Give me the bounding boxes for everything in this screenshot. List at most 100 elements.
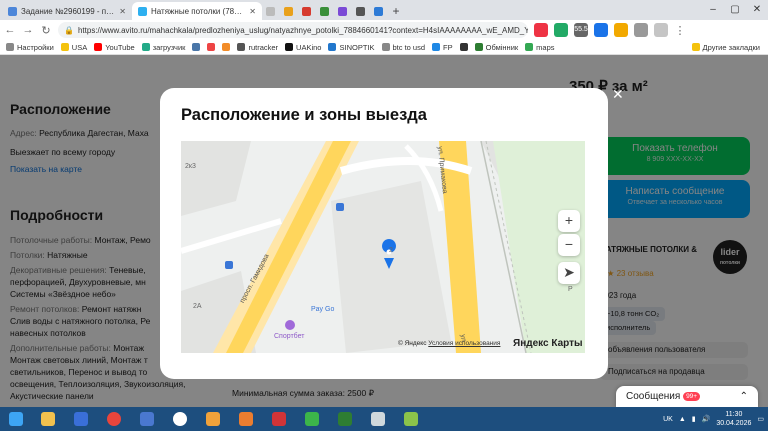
taskbar-app[interactable] [33,409,63,429]
taskbar-app[interactable] [363,409,393,429]
extension-ltc-icon[interactable]: 55.5 [574,23,588,37]
messages-badge: 99+ [683,391,701,401]
tab-favicon-icon [8,6,17,16]
bookmark-rutracker[interactable]: rutracker [237,43,278,52]
tab-small[interactable] [316,2,334,20]
bookmark-uakino[interactable]: UAKino [285,43,321,52]
forward-icon[interactable]: → [22,24,34,36]
reload-icon[interactable]: ↻ [40,24,52,37]
tab-small[interactable] [334,2,352,20]
volume-icon[interactable]: 🔊 [702,415,711,423]
taskbar-app[interactable] [264,409,294,429]
chrome-icon [107,412,121,426]
bookmark-exchanger[interactable]: Обмінник [474,43,518,52]
zoom-out-button[interactable]: − [558,234,580,256]
extension-icon[interactable] [554,23,568,37]
chevron-up-icon[interactable]: ⌃ [740,391,748,402]
back-icon[interactable]: ← [4,24,16,36]
aida64-icon [272,412,286,426]
map-side-label: Р [568,286,573,293]
taskbar-app[interactable] [132,409,162,429]
bookmark-other[interactable]: Другие закладки [691,43,760,52]
app-icon [140,412,154,426]
locate-me-button[interactable]: ➤ [558,262,580,284]
tab-small[interactable] [370,2,388,20]
yandex-map[interactable]: просп. Гамидова ул. Примакова Pay Go Спо… [181,141,585,353]
fp-icon [432,43,441,51]
bookmark-icon[interactable] [222,43,231,51]
tab-small[interactable] [352,2,370,20]
maximize-icon[interactable]: ▢ [724,0,746,20]
bookmark-vk[interactable] [192,43,201,51]
house-number: 2 [389,247,393,254]
player-icon [239,412,253,426]
modal-close-button[interactable]: ✕ [612,86,624,103]
new-tab-button[interactable]: + [388,2,404,20]
bookmark-usa[interactable]: USA [60,43,87,52]
taskbar-app[interactable] [396,409,426,429]
extension-icon[interactable] [614,23,628,37]
bookmark-btc[interactable]: btc to usd [381,43,425,52]
start-button[interactable] [2,409,30,429]
modal-title: Расположение и зоны выезда [181,106,427,124]
app-icon [338,412,352,426]
terms-link[interactable]: Условия использования [428,340,500,347]
bookmark-settings[interactable]: Настройки [6,43,54,52]
lock-icon[interactable]: 🔒 [64,26,74,35]
tab-small[interactable] [280,2,298,20]
taskbar-app[interactable] [165,409,195,429]
tab-small[interactable] [262,2,280,20]
tab-favicon-icon [138,6,147,16]
extension-icon[interactable] [594,23,608,37]
bookmark-maps[interactable]: maps [525,43,555,52]
language-indicator[interactable]: UK [663,416,673,423]
menu-kebab-icon[interactable]: ⋮ [674,24,686,37]
taskbar-app[interactable] [99,409,129,429]
clock[interactable]: 11:30 30.04.2026 [716,410,751,428]
system-tray: UK ▲ ▮ 🔊 11:30 30.04.2026 ▭ [663,407,764,431]
bookmark-loader[interactable]: загрузчик [141,43,185,52]
location-modal: Расположение и зоны выезда просп. Гамидо… [160,88,608,379]
exchange-icon [474,43,483,51]
yandex-maps-logo[interactable]: Яндекс Карты [513,338,583,349]
notifications-icon[interactable]: ▭ [757,415,764,423]
taskbar-app[interactable] [231,409,261,429]
youtube-icon [94,43,103,51]
network-icon[interactable]: ▮ [692,415,696,423]
bookmark-sinoptik[interactable]: SINOPTIK [328,43,375,52]
zoom-in-button[interactable]: + [558,210,580,232]
extensions-puzzle-icon[interactable] [634,23,648,37]
tab-close-icon[interactable]: ✕ [249,7,256,16]
tab-task[interactable]: Задание №2960199 - просмотр з ✕ [2,2,132,20]
rutracker-icon [237,43,246,51]
profile-avatar[interactable] [654,23,668,37]
bookmark-icon[interactable] [459,43,468,51]
maps-icon [525,43,534,51]
taskbar-app[interactable] [66,409,96,429]
tab-avito[interactable]: Натяжные потолки (7884660141) ✕ [132,2,262,20]
app-icon [371,412,385,426]
messages-widget[interactable]: Сообщения 99+ ⌃ [616,386,758,408]
extension-icon[interactable] [534,23,548,37]
bookmark-fp[interactable]: FP [432,43,453,52]
taskbar-app[interactable] [198,409,228,429]
taskbar-app[interactable] [297,409,327,429]
address-bar[interactable]: 🔒 https://www.avito.ru/mahachkala/predlo… [58,22,528,38]
gear-icon [6,43,14,51]
close-window-icon[interactable]: ✕ [746,0,768,20]
minimize-icon[interactable]: – [702,0,724,20]
bookmark-youtube[interactable]: YouTube [94,43,135,52]
tab-favicon-icon [284,6,293,16]
taskbar-app[interactable] [330,409,360,429]
app-icon [404,412,418,426]
tab-favicon-icon [302,6,311,16]
poi-label: Спортбет [274,333,305,340]
folder-icon [691,43,700,51]
bookmark-icon[interactable] [207,43,216,51]
tab-close-icon[interactable]: ✕ [119,7,126,16]
weather-icon [328,43,337,51]
tray-arrow-icon[interactable]: ▲ [679,416,686,423]
location-arrow-icon: ➤ [563,264,575,280]
tab-small[interactable] [298,2,316,20]
vk-icon [192,43,201,51]
